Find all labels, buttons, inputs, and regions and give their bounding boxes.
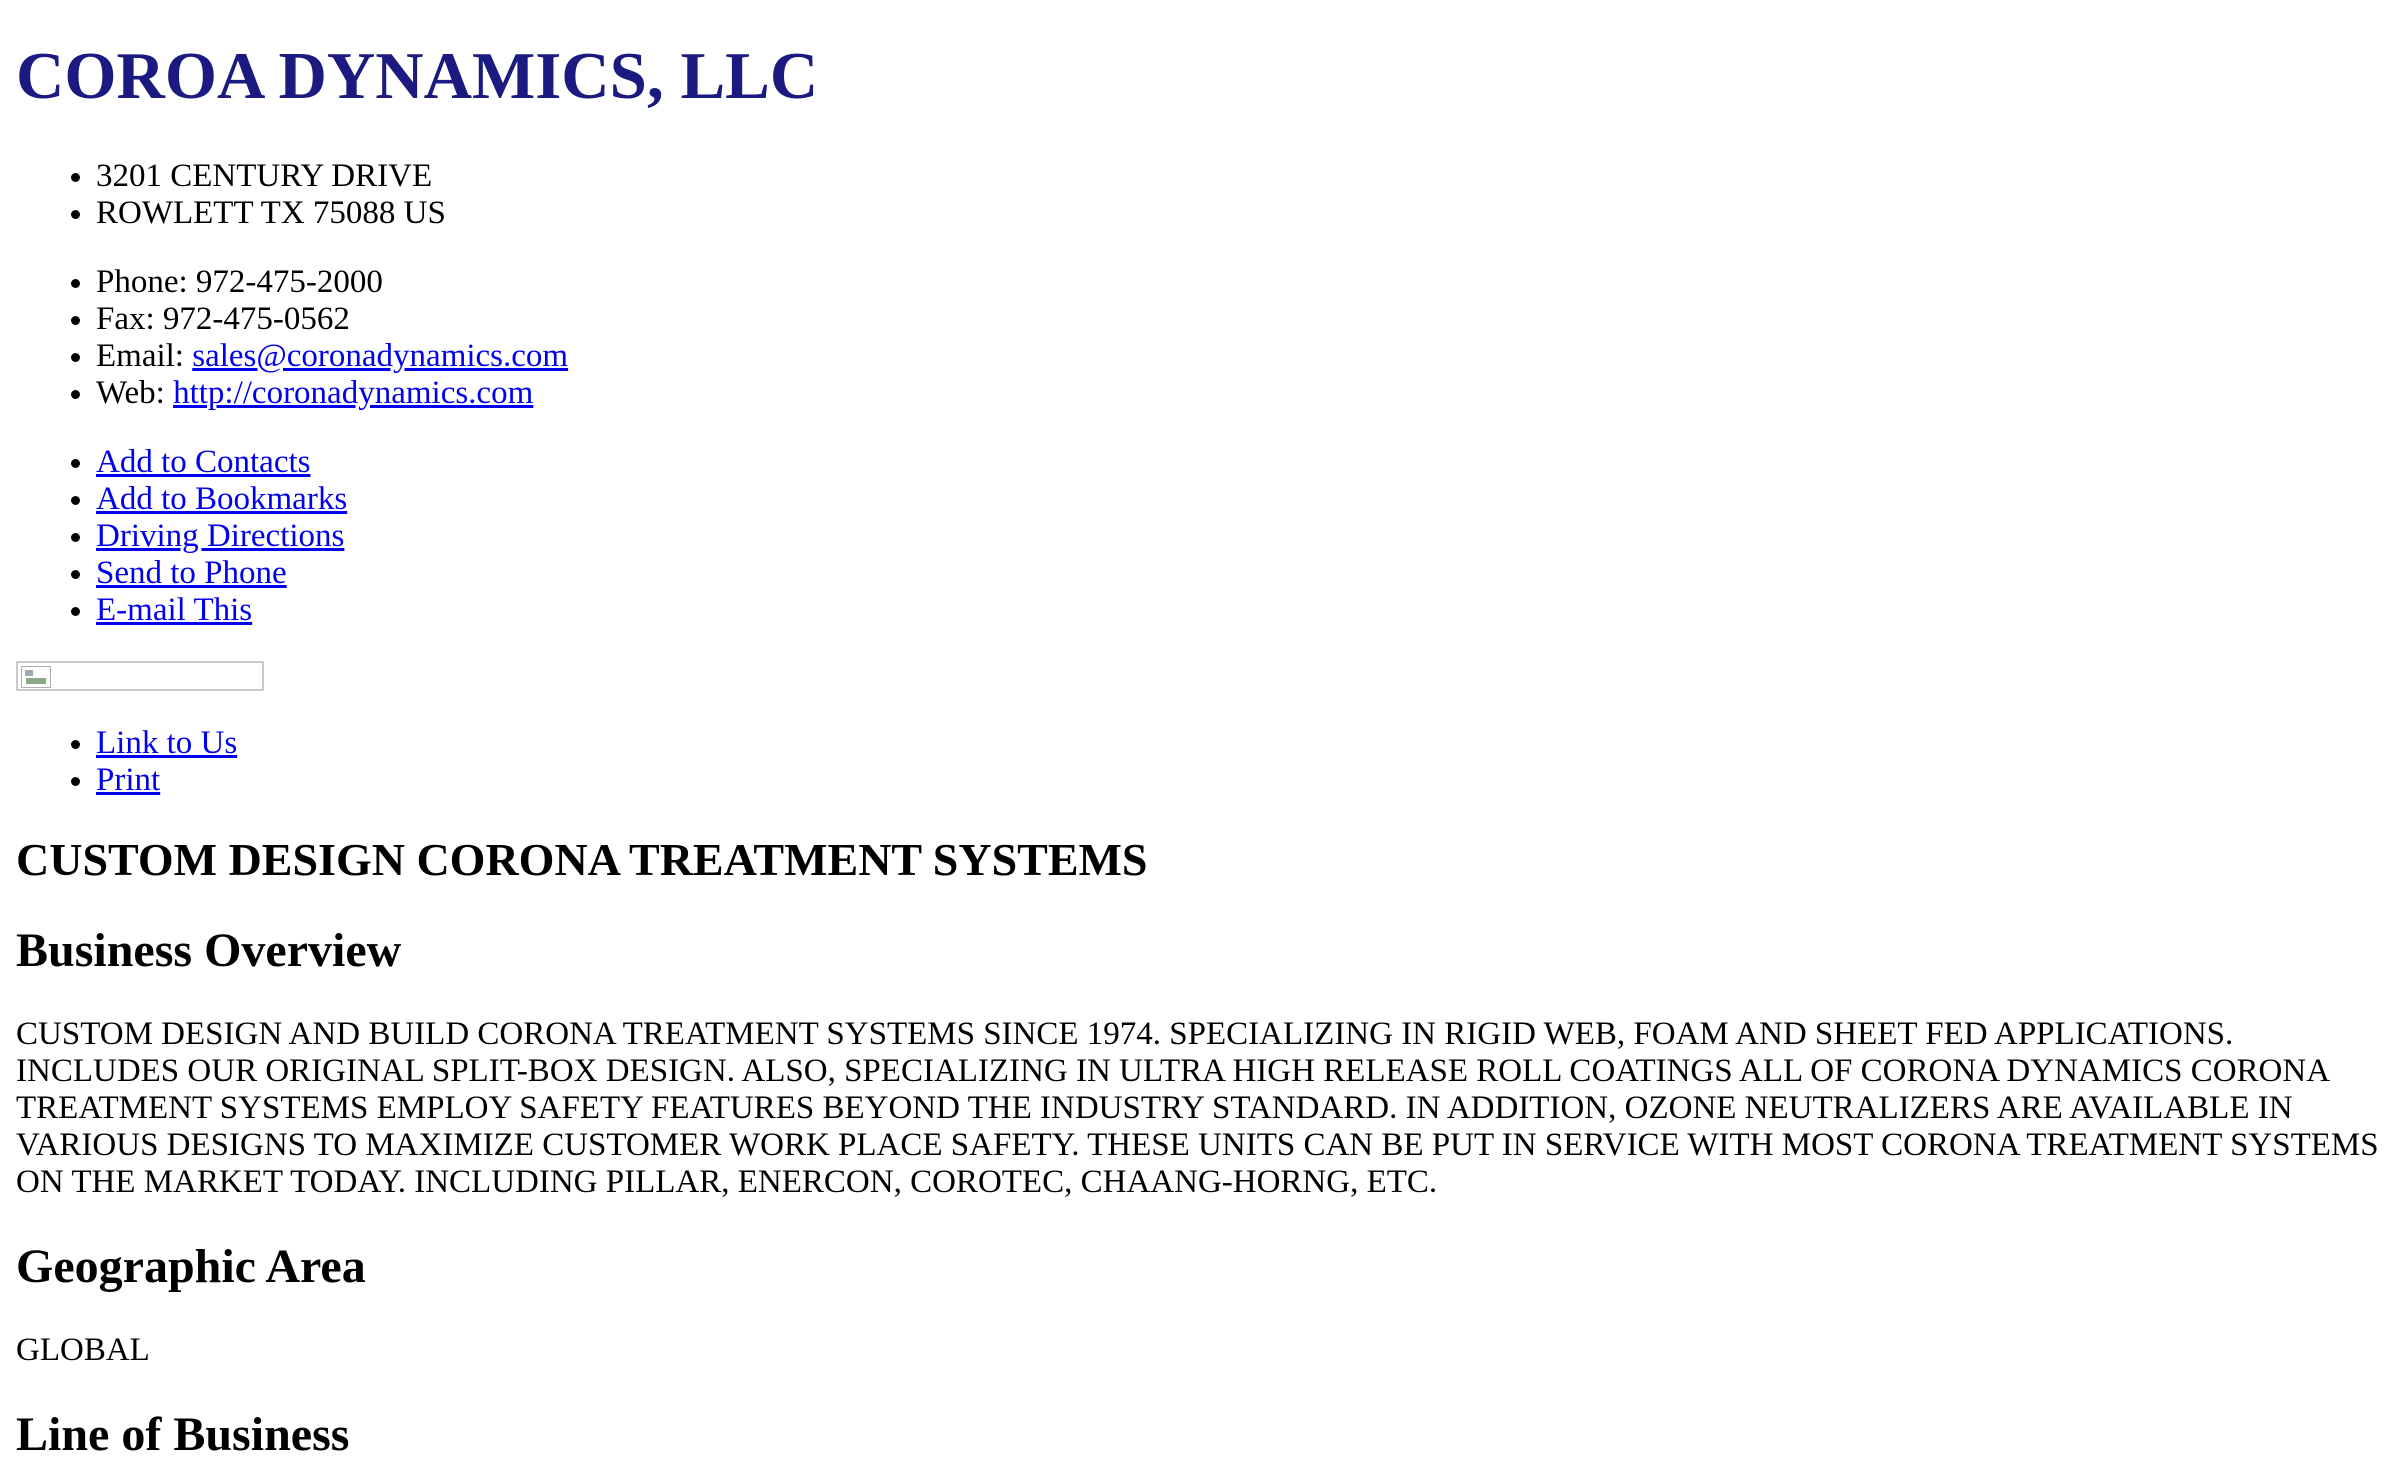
actions-list: Add to Contacts Add to Bookmarks Driving… xyxy=(16,444,2384,629)
company-tagline: CUSTOM DESIGN CORONA TREATMENT SYSTEMS xyxy=(16,833,1148,885)
share-item: Link to Us xyxy=(96,725,2384,762)
geographic-area-text: GLOBAL xyxy=(16,1331,150,1368)
phone-number: 972-475-2000 xyxy=(195,263,383,300)
action-item: Add to Bookmarks xyxy=(96,481,2384,518)
email-item: Email: sales@coronadynamics.com xyxy=(96,338,2384,375)
web-label: Web: xyxy=(96,374,174,411)
share-item: Print xyxy=(96,762,2384,799)
action-item: E-mail This xyxy=(96,592,2384,629)
fax-number: 972-475-0562 xyxy=(162,300,350,337)
email-label: Email: xyxy=(96,337,193,374)
driving-directions-link[interactable]: Driving Directions xyxy=(96,518,344,554)
email-this-link[interactable]: E-mail This xyxy=(96,592,252,628)
action-item: Send to Phone xyxy=(96,555,2384,592)
business-overview-text: CUSTOM DESIGN AND BUILD CORONA TREATMENT… xyxy=(16,1016,2379,1201)
link-to-us-link[interactable]: Link to Us xyxy=(96,725,237,761)
website-link[interactable]: http://coronadynamics.com xyxy=(173,375,533,411)
web-item: Web: http://coronadynamics.com xyxy=(96,375,2384,412)
broken-image-icon xyxy=(21,665,51,688)
print-link[interactable]: Print xyxy=(96,762,160,798)
contact-list: Phone: 972-475-2000 Fax: 972-475-0562 Em… xyxy=(16,264,2384,412)
action-item: Add to Contacts xyxy=(96,444,2384,481)
address-list: 3201 CENTURY DRIVE ROWLETT TX 75088 US xyxy=(16,158,2384,232)
fax-item: Fax: 972-475-0562 xyxy=(96,301,2384,338)
action-item: Driving Directions xyxy=(96,518,2384,555)
business-overview-heading: Business Overview xyxy=(16,924,402,978)
email-link[interactable]: sales@coronadynamics.com xyxy=(192,338,568,374)
business-listing-page: COROA DYNAMICS, LLC 3201 CENTURY DRIVE R… xyxy=(0,0,2400,1462)
add-to-contacts-link[interactable]: Add to Contacts xyxy=(96,444,310,480)
phone-label: Phone: xyxy=(96,263,196,300)
address-line-1: 3201 CENTURY DRIVE xyxy=(96,158,2384,195)
company-name: COROA DYNAMICS, LLC xyxy=(16,39,819,113)
add-to-bookmarks-link[interactable]: Add to Bookmarks xyxy=(96,481,347,517)
send-to-phone-link[interactable]: Send to Phone xyxy=(96,555,287,591)
address-line-2: ROWLETT TX 75088 US xyxy=(96,195,2384,232)
line-of-business-heading: Line of Business xyxy=(16,1407,350,1461)
broken-image-placeholder[interactable] xyxy=(16,660,264,691)
geographic-area-heading: Geographic Area xyxy=(16,1240,366,1294)
phone-item: Phone: 972-475-2000 xyxy=(96,264,2384,301)
share-list: Link to Us Print xyxy=(16,725,2384,799)
fax-label: Fax: xyxy=(96,300,163,337)
